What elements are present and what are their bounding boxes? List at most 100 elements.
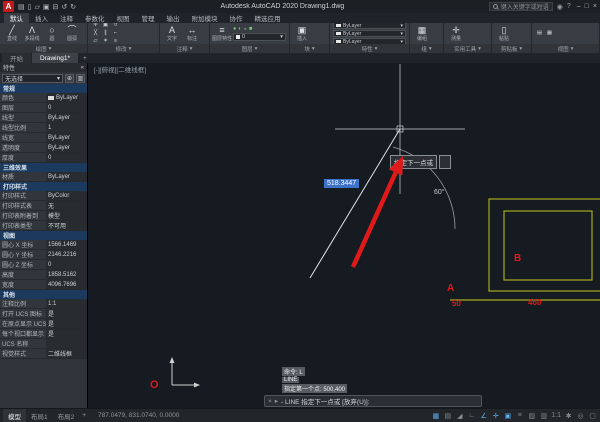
pickadd-toggle-button[interactable]: ⊕ <box>65 73 74 83</box>
bylayer-dropdown-1[interactable]: ByLayer ▾ <box>333 30 406 37</box>
circle-button[interactable]: ○ 圆 <box>43 25 61 42</box>
polar-tracking-icon[interactable]: ∠ <box>479 412 488 420</box>
panel-label-view[interactable]: 视图 ▾ <box>532 44 599 53</box>
file-tab-0[interactable]: 开始 <box>2 53 31 63</box>
drawing-canvas[interactable]: [-][俯视][二维线框] 518.3447 指定下一点或 60° A B 50… <box>88 63 600 408</box>
ribbon-tab-5[interactable]: 管理 <box>136 13 161 23</box>
undo-icon[interactable]: ↺ <box>61 3 67 11</box>
layer-color-icon[interactable]: ■ <box>249 26 252 32</box>
recent-commands-icon[interactable]: ▸ <box>275 397 278 405</box>
layer-freeze-icon[interactable]: ◐ <box>238 26 241 32</box>
section-header-3[interactable]: 视图 <box>0 231 87 240</box>
property-value[interactable]: 1 <box>46 123 87 132</box>
panel-label-utilities[interactable]: 实用工具 ▾ <box>444 44 491 53</box>
infer-constraints-icon[interactable]: ◢ <box>455 412 464 420</box>
text-button[interactable]: A 文字 <box>163 25 181 42</box>
close-icon[interactable]: × <box>268 398 272 405</box>
fillet-icon[interactable]: ⌐ <box>111 30 120 37</box>
ribbon-tab-1[interactable]: 插入 <box>29 13 54 23</box>
property-value[interactable]: ByLayer <box>46 172 87 181</box>
trim-icon[interactable]: ╳ <box>91 30 100 37</box>
property-value[interactable]: 0 <box>46 103 87 112</box>
dimension-button[interactable]: ↔ 标注 <box>183 25 201 42</box>
property-value[interactable]: ByLayer <box>46 143 87 152</box>
save-icon[interactable]: ▣ <box>43 3 50 11</box>
property-value[interactable]: 1:1 <box>46 299 87 308</box>
ribbon-tab-9[interactable]: 精选应用 <box>249 13 287 23</box>
mirror-icon[interactable]: ∥ <box>101 30 110 37</box>
maximize-button[interactable]: □ <box>585 3 589 10</box>
property-value[interactable]: 0 <box>46 260 87 269</box>
layout-tab-2[interactable]: 布局2 <box>53 409 80 422</box>
property-value[interactable]: 是 <box>46 329 87 338</box>
print-icon[interactable]: ⊟ <box>53 3 59 11</box>
paste-button[interactable]: ▯ 粘贴 <box>495 25 513 42</box>
polyline-button[interactable]: Λ 多段线 <box>23 25 41 42</box>
panel-label-modify[interactable]: 修改 ▾ <box>88 44 159 53</box>
named-views-icon[interactable]: ▤ <box>535 30 544 37</box>
property-value[interactable]: ByLayer <box>46 93 87 102</box>
layer-dropdown[interactable]: 0 ▾ <box>233 33 286 41</box>
new-drawing-button[interactable]: + <box>79 53 91 63</box>
line-button[interactable]: ╱ 直线 <box>3 25 21 42</box>
rotate-icon[interactable]: ↺ <box>111 23 120 29</box>
panel-label-groups[interactable]: 组 ▾ <box>410 44 443 53</box>
copy-icon[interactable]: ▣ <box>101 23 110 29</box>
arc-button[interactable]: ⌒ 圆弧 <box>63 25 81 42</box>
command-line-text[interactable]: - LINE 指定下一点或 [放弃(U)]: <box>281 396 369 406</box>
viewports-icon[interactable]: ▦ <box>545 30 554 37</box>
minimize-button[interactable]: – <box>577 3 581 10</box>
property-value[interactable]: 不可用 <box>46 221 87 230</box>
object-snap-icon[interactable]: ▣ <box>503 412 512 420</box>
layer-lock-icon[interactable]: ◒ <box>244 26 247 32</box>
viewport-controls[interactable]: [-][俯视][二维线框] <box>94 64 146 74</box>
quick-select-button[interactable]: ▥ <box>76 73 85 83</box>
move-icon[interactable]: ✛ <box>91 23 100 29</box>
property-value[interactable]: 0 <box>46 153 87 162</box>
ortho-mode-icon[interactable]: ∟ <box>467 412 476 419</box>
property-value[interactable]: 模型 <box>46 211 87 220</box>
layer-properties-button[interactable]: ≡ 图层特性 <box>212 25 232 42</box>
property-value[interactable]: ByLayer <box>46 133 87 142</box>
property-value[interactable] <box>46 339 87 348</box>
ribbon-tab-8[interactable]: 协作 <box>224 13 249 23</box>
selection-dropdown[interactable]: 无选择 ▾ <box>2 73 63 83</box>
panel-label-block[interactable]: 块 ▾ <box>290 44 329 53</box>
selection-cycling-icon[interactable]: ▥ <box>539 412 548 420</box>
tooltip-input-field[interactable] <box>439 155 451 169</box>
property-value[interactable]: 2146.2216 <box>46 250 87 259</box>
help-icon[interactable]: ? <box>567 3 571 10</box>
property-value[interactable]: 1858.5162 <box>46 270 87 279</box>
section-header-1[interactable]: 三维效果 <box>0 163 87 172</box>
panel-label-layers[interactable]: 图层 ▾ <box>210 44 289 53</box>
property-value[interactable]: 是 <box>46 319 87 328</box>
transparency-icon[interactable]: ▨ <box>527 412 536 420</box>
search-box[interactable]: 键入关键字或短语 <box>488 2 553 11</box>
redo-icon[interactable]: ↻ <box>70 3 76 11</box>
annotation-scale-icon[interactable]: 1:1 <box>551 412 561 419</box>
property-value[interactable]: 1566.1469 <box>46 240 87 249</box>
new-file-icon[interactable]: ▯ <box>28 3 32 11</box>
open-file-icon[interactable]: ▱ <box>34 3 39 11</box>
panel-label-properties[interactable]: 特性 ▾ <box>330 44 409 53</box>
property-value[interactable]: ByColor <box>46 191 87 200</box>
property-value[interactable]: ByLayer <box>46 113 87 122</box>
ribbon-tab-3[interactable]: 参数化 <box>79 13 111 23</box>
panel-label-clipboard[interactable]: 剪贴板 ▾ <box>492 44 531 53</box>
grid-icon[interactable]: ▦ <box>431 412 440 420</box>
dynamic-input-distance[interactable]: 518.3447 <box>324 179 360 188</box>
property-value[interactable]: 无 <box>46 201 87 210</box>
file-tab-1[interactable]: Drawing1* <box>32 53 78 63</box>
command-line-dock[interactable]: × ▸ - LINE 指定下一点或 [放弃(U)]: <box>264 395 482 407</box>
panel-label-draw[interactable]: 绘图 ▾ <box>0 44 87 53</box>
collapse-icon[interactable]: « <box>81 65 84 71</box>
section-header-0[interactable]: 常规 <box>0 84 87 93</box>
layer-on-icon[interactable]: ● <box>233 26 236 32</box>
section-header-2[interactable]: 打印样式 <box>0 182 87 191</box>
osnap-tracking-icon[interactable]: ✛ <box>491 412 500 420</box>
annotation-visibility-icon[interactable]: ✱ <box>564 412 573 420</box>
layout-tab-1[interactable]: 布局1 <box>26 409 53 422</box>
property-value[interactable]: 是 <box>46 309 87 318</box>
ribbon-tab-2[interactable]: 注释 <box>54 13 79 23</box>
lineweight-icon[interactable]: ≡ <box>515 412 524 419</box>
